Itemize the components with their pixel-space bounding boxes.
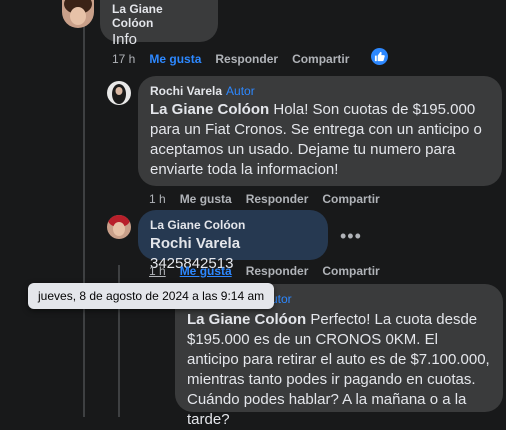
- reply-body: Perfecto! La cuota desde $195.000 es de …: [187, 311, 490, 428]
- share-button[interactable]: Compartir: [292, 52, 349, 66]
- avatar[interactable]: [107, 215, 131, 239]
- like-thumb-icon[interactable]: [371, 48, 388, 65]
- comment-time[interactable]: 17 h: [112, 52, 135, 66]
- comment-text: Info: [112, 31, 138, 48]
- avatar[interactable]: [62, 0, 94, 28]
- reply-text: La Giane Colóon Hola! Son cuotas de $195…: [150, 100, 490, 180]
- mention-link[interactable]: La Giane Colóon: [187, 311, 306, 328]
- reply-author-name[interactable]: Rochi Varela: [150, 84, 222, 98]
- comment-bubble: La Giane Colóon Info: [100, 0, 218, 48]
- share-button[interactable]: Compartir: [322, 192, 379, 206]
- reply-bubble-highlighted: La Giane Colóon Rochi Varela 3425842513: [138, 210, 328, 272]
- comment-actions: 17 h Me gusta Responder Compartir: [112, 52, 349, 66]
- reply-button[interactable]: Responder: [246, 264, 309, 278]
- like-button[interactable]: Me gusta: [180, 264, 232, 278]
- reply-time[interactable]: 1 h: [149, 192, 166, 206]
- reply-time[interactable]: 1 h: [149, 264, 166, 278]
- reply-author: Rochi Varela Autor: [150, 84, 490, 98]
- reply-text: La Giane Colóon Perfecto! La cuota desde…: [187, 310, 491, 430]
- author-badge: Autor: [226, 84, 255, 98]
- mention-link[interactable]: Rochi Varela: [150, 235, 240, 252]
- reply-bubble: Rochi Varela Autor La Giane Colóon Hola! …: [138, 76, 502, 186]
- more-options-icon[interactable]: •••: [340, 226, 362, 247]
- share-button[interactable]: Compartir: [322, 264, 379, 278]
- like-button[interactable]: Me gusta: [180, 192, 232, 206]
- timestamp-tooltip: jueves, 8 de agosto de 2024 a las 9:14 a…: [28, 283, 275, 309]
- reply-button[interactable]: Responder: [246, 192, 309, 206]
- mention-link[interactable]: La Giane Colóon: [150, 101, 269, 118]
- avatar[interactable]: [107, 81, 131, 105]
- reply-actions: 1 h Me gusta Responder Compartir: [149, 192, 380, 206]
- thread-line-main: [83, 0, 85, 417]
- reply-actions: 1 h Me gusta Responder Compartir: [149, 264, 380, 278]
- comment-author[interactable]: La Giane Colóon: [112, 2, 206, 30]
- like-button[interactable]: Me gusta: [149, 52, 201, 66]
- reply-author[interactable]: La Giane Colóon: [150, 218, 316, 232]
- reply-button[interactable]: Responder: [215, 52, 278, 66]
